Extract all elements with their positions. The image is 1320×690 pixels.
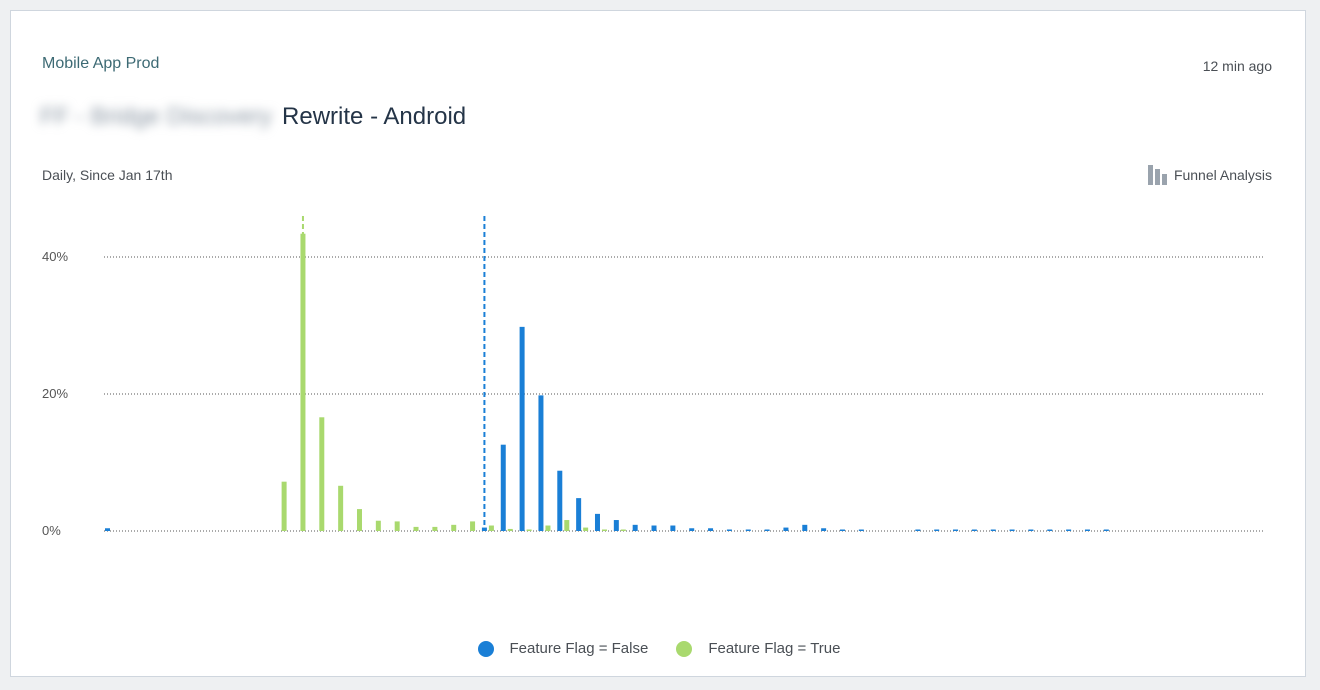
legend-item-true[interactable]: Feature Flag = True	[676, 640, 840, 657]
bar-feature-flag-false	[821, 528, 827, 531]
bar-feature-flag-true	[375, 520, 381, 531]
bar-feature-flag-false	[1103, 529, 1109, 531]
bar-feature-flag-true	[281, 481, 287, 531]
chart-legend: Feature Flag = False Feature Flag = True	[11, 640, 1307, 657]
bar-feature-flag-false	[557, 470, 563, 531]
bar-feature-flag-false	[594, 513, 600, 531]
legend-item-false[interactable]: Feature Flag = False	[477, 640, 649, 657]
bar-feature-flag-false	[1084, 529, 1090, 531]
bar-feature-flag-true	[545, 525, 551, 531]
bar-feature-flag-false	[1028, 529, 1034, 531]
bar-feature-flag-true	[564, 520, 570, 531]
bar-feature-flag-false	[613, 520, 619, 531]
bar-feature-flag-true	[583, 527, 589, 531]
bar-feature-flag-false	[538, 395, 544, 531]
bar-feature-flag-false	[1066, 529, 1072, 531]
bar-feature-flag-true	[488, 525, 494, 531]
bar-feature-flag-false	[670, 525, 676, 531]
bar-feature-flag-false	[105, 528, 110, 531]
bar-feature-flag-false	[500, 444, 506, 531]
y-tick-label: 40%	[42, 249, 68, 264]
bar-feature-flag-false	[576, 498, 582, 531]
bar-feature-flag-false	[708, 528, 714, 531]
y-tick-label: 0%	[42, 523, 61, 538]
bar-feature-flag-true	[413, 526, 419, 531]
bar-feature-flag-true	[507, 528, 513, 531]
legend-label-false: Feature Flag = False	[509, 640, 649, 657]
bar-feature-flag-false	[971, 529, 977, 531]
bar-feature-flag-false	[726, 529, 732, 531]
bar-feature-flag-true	[526, 529, 532, 531]
chart-plot: 0% 20% 40%	[42, 216, 1263, 538]
bar-feature-flag-false	[1009, 529, 1015, 531]
bar-feature-flag-true	[319, 417, 325, 531]
bar-feature-flag-false	[839, 529, 845, 531]
bar-feature-flag-false	[519, 326, 525, 531]
bar-feature-flag-false	[858, 529, 864, 531]
bar-feature-flag-false	[783, 527, 789, 531]
y-tick-label: 20%	[42, 386, 68, 401]
bar-feature-flag-true	[620, 529, 626, 531]
bar-feature-flag-false	[1047, 529, 1053, 531]
bar-feature-flag-true	[451, 524, 457, 531]
bar-feature-flag-false	[689, 528, 695, 531]
bar-feature-flag-false	[990, 529, 996, 531]
bar-feature-flag-false	[953, 529, 959, 531]
bar-feature-flag-false	[745, 529, 751, 531]
bar-feature-flag-false	[934, 529, 940, 531]
bar-feature-flag-false	[802, 524, 808, 531]
legend-dot-true	[676, 640, 693, 657]
legend-label-true: Feature Flag = True	[708, 640, 841, 657]
bar-feature-flag-true	[432, 526, 438, 531]
bar-feature-flag-false	[915, 529, 921, 531]
legend-dot-false	[477, 640, 494, 657]
insight-card: Mobile App Prod 12 min ago FF - Bridge D…	[10, 10, 1306, 677]
bar-feature-flag-true	[338, 485, 344, 531]
bar-feature-flag-true	[394, 521, 400, 531]
bar-feature-flag-true	[470, 521, 476, 531]
bar-feature-flag-false	[651, 525, 657, 531]
bar-feature-flag-false	[764, 529, 770, 531]
bar-feature-flag-true	[300, 233, 306, 531]
bar-feature-flag-false	[632, 524, 638, 531]
bar-feature-flag-true	[601, 529, 607, 531]
bar-feature-flag-true	[356, 509, 362, 531]
